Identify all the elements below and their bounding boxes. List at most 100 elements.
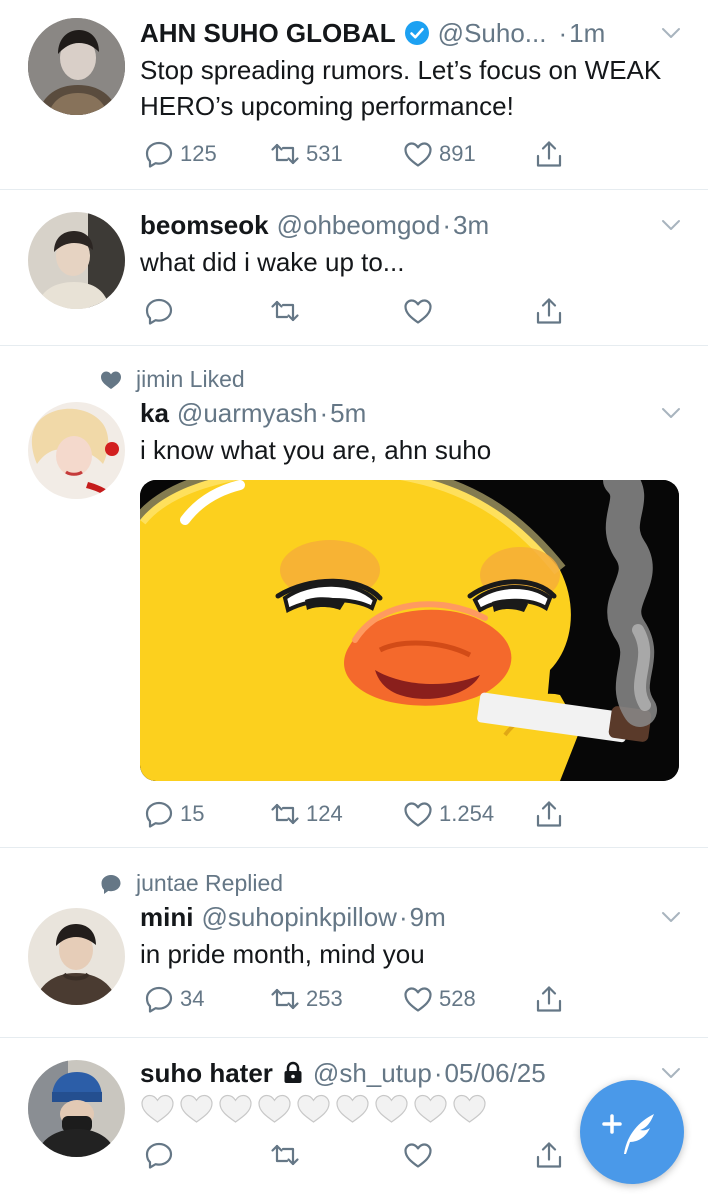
retweet-count: 124 xyxy=(306,801,343,826)
retweet-button[interactable] xyxy=(270,1140,306,1170)
share-icon xyxy=(534,799,564,829)
lock-icon xyxy=(284,1061,302,1083)
share-button[interactable] xyxy=(534,139,564,169)
reply-button[interactable]: 125 xyxy=(144,139,217,169)
reply-count: 15 xyxy=(180,801,205,826)
separator-dot: · xyxy=(433,1058,443,1088)
avatar[interactable] xyxy=(28,402,125,499)
like-count: 1.254 xyxy=(439,801,495,826)
reply-count: 125 xyxy=(180,141,217,166)
display-name[interactable]: mini xyxy=(140,900,193,934)
chevron-down-icon[interactable] xyxy=(658,400,684,426)
tweet-text: in pride month, mind you xyxy=(140,939,425,969)
handle[interactable]: @ohbeomgod xyxy=(277,208,441,242)
tweet-actions xyxy=(140,296,580,336)
share-icon xyxy=(534,296,564,326)
tweet-actions: 34 253 528 xyxy=(140,984,580,1024)
separator-dot: · xyxy=(442,210,452,240)
tweet-header: beomseok @ohbeomgod · 3m xyxy=(140,208,684,242)
white-heart-emoji-icon xyxy=(218,1092,253,1125)
display-name[interactable]: beomseok xyxy=(140,208,269,242)
retweet-count: 253 xyxy=(306,986,343,1011)
timestamp[interactable]: 9m xyxy=(410,900,446,934)
retweet-icon xyxy=(270,799,300,829)
reply-count: 34 xyxy=(180,986,205,1011)
reply-button[interactable]: 15 xyxy=(144,799,204,829)
tweet-4[interactable]: juntae Replied mini @suhopinkpillow · 9m… xyxy=(0,848,708,1038)
retweet-count: 531 xyxy=(306,141,343,166)
white-heart-emoji-icon xyxy=(452,1092,487,1125)
white-heart-emoji-icon xyxy=(257,1092,292,1125)
share-button[interactable] xyxy=(534,1140,564,1170)
display-name[interactable]: ka xyxy=(140,396,169,430)
white-heart-emoji-icon xyxy=(296,1092,331,1125)
timestamp[interactable]: 1m xyxy=(569,16,605,50)
retweet-button[interactable]: 124 xyxy=(270,799,343,829)
compose-tweet-button[interactable] xyxy=(580,1080,684,1184)
share-icon xyxy=(534,984,564,1014)
reply-icon xyxy=(144,984,174,1014)
handle[interactable]: @suhopinkpillow xyxy=(201,900,397,934)
retweet-button[interactable]: 253 xyxy=(270,984,343,1014)
chevron-down-icon[interactable] xyxy=(658,20,684,46)
tweet-text: what did i wake up to... xyxy=(140,247,405,277)
share-button[interactable] xyxy=(534,984,564,1014)
retweet-button[interactable]: 531 xyxy=(270,139,343,169)
tweet-header: ka @uarmyash · 5m xyxy=(140,396,684,430)
timestamp[interactable]: 05/06/25 xyxy=(445,1056,546,1090)
like-button[interactable]: 528 xyxy=(403,984,476,1014)
share-icon xyxy=(534,139,564,169)
like-button[interactable] xyxy=(403,1140,439,1170)
tweet-1[interactable]: AHN SUHO GLOBAL @Suho... · 1m Stop sprea… xyxy=(0,0,708,190)
display-name[interactable]: AHN SUHO GLOBAL xyxy=(140,16,396,50)
reply-button[interactable] xyxy=(144,1140,180,1170)
separator-dot: · xyxy=(319,398,329,428)
reply-button[interactable] xyxy=(144,296,180,326)
tweet-text: i know what you are, ahn suho xyxy=(140,435,492,465)
chevron-down-icon[interactable] xyxy=(658,212,684,238)
social-context-text: jimin Liked xyxy=(136,366,245,392)
like-count: 891 xyxy=(439,141,476,166)
heart-icon xyxy=(403,984,433,1014)
share-icon xyxy=(534,1140,564,1170)
retweet-button[interactable] xyxy=(270,296,306,326)
heart-icon xyxy=(101,371,121,389)
display-name[interactable]: suho hater xyxy=(140,1056,273,1090)
social-context: juntae Replied xyxy=(100,870,283,897)
avatar[interactable] xyxy=(28,18,125,115)
reply-icon xyxy=(144,296,174,326)
reply-button[interactable]: 34 xyxy=(144,984,204,1014)
tweet-actions: 15 124 1.254 xyxy=(140,799,580,839)
handle[interactable]: @uarmyash xyxy=(177,396,318,430)
retweet-icon xyxy=(270,1140,300,1170)
like-button[interactable]: 891 xyxy=(403,139,476,169)
retweet-icon xyxy=(270,296,300,326)
white-heart-emoji-icon xyxy=(335,1092,370,1125)
like-button[interactable] xyxy=(403,296,439,326)
share-button[interactable] xyxy=(534,799,564,829)
white-heart-emoji-icon xyxy=(413,1092,448,1125)
tweet-media-image[interactable] xyxy=(140,480,679,781)
heart-icon xyxy=(403,296,433,326)
timestamp[interactable]: 5m xyxy=(330,396,366,430)
separator-dot: · xyxy=(558,18,568,48)
avatar[interactable] xyxy=(28,1060,125,1157)
compose-tweet-icon xyxy=(602,1114,654,1154)
handle[interactable]: @sh_utup xyxy=(313,1056,432,1090)
tweet-3[interactable]: jimin Liked ka @uarmyash · 5m i know wha… xyxy=(0,346,708,848)
like-button[interactable]: 1.254 xyxy=(403,799,494,829)
white-heart-emoji-icon xyxy=(140,1092,175,1125)
timestamp[interactable]: 3m xyxy=(453,208,489,242)
chevron-down-icon[interactable] xyxy=(658,904,684,930)
avatar[interactable] xyxy=(28,212,125,309)
handle[interactable]: @Suho... xyxy=(438,16,547,50)
reply-icon xyxy=(101,874,121,894)
reply-icon xyxy=(144,799,174,829)
separator-dot: · xyxy=(398,902,408,932)
tweet-actions xyxy=(140,1140,580,1180)
tweet-actions: 125 531 891 xyxy=(140,139,580,179)
tweet-2[interactable]: beomseok @ohbeomgod · 3m what did i wake… xyxy=(0,190,708,346)
share-button[interactable] xyxy=(534,296,564,326)
reply-icon xyxy=(144,139,174,169)
avatar[interactable] xyxy=(28,908,125,1005)
